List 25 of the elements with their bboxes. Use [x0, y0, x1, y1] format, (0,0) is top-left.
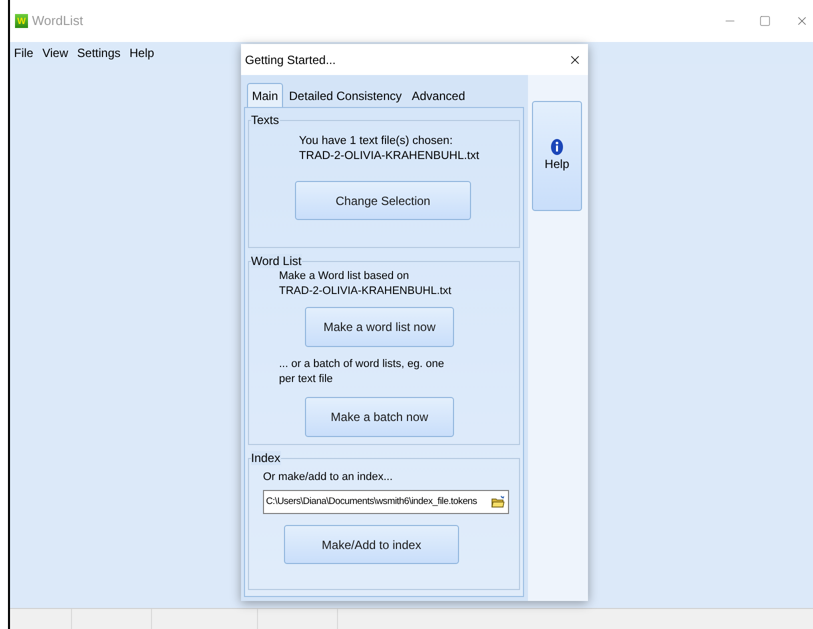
- index-path-field[interactable]: C:\Users\Diana\Documents\wsmith6\index_file.tokens: [263, 490, 509, 514]
- make-batch-button[interactable]: Make a batch now: [305, 397, 454, 437]
- chosen-files-text: You have 1 text file(s) chosen:: [299, 134, 454, 149]
- app-logo: W: [15, 14, 28, 28]
- make-add-index-button[interactable]: Make/Add to index: [284, 525, 459, 564]
- window-title: WordList: [32, 12, 84, 30]
- change-selection-button[interactable]: Change Selection: [295, 181, 471, 220]
- help-button[interactable]: Help: [532, 101, 582, 211]
- word-list-text: Make a Word list based on: [279, 269, 410, 284]
- group-legend: Word List: [251, 254, 302, 268]
- file-name: TRAD-2-OLIVIA-KRAHENBUHL.txt: [279, 284, 452, 299]
- tab[interactable]: Detailed Consistency: [285, 85, 406, 107]
- file-name: TRAD-2-OLIVIA-KRAHENBUHL.txt: [299, 149, 480, 164]
- batch-text: ... or a batch of word lists, eg. one per text file: [279, 357, 446, 387]
- tab[interactable]: Main: [247, 83, 284, 107]
- dialog-title: Getting Started...: [245, 52, 336, 68]
- group-legend: Index: [251, 451, 282, 465]
- group-legend: Texts: [251, 113, 280, 127]
- menu-item[interactable]: View: [42, 44, 68, 62]
- menu-item[interactable]: Settings: [77, 44, 120, 62]
- index-prompt: Or make/add to an index...: [263, 470, 394, 485]
- menu-item[interactable]: File: [14, 44, 34, 62]
- menu-item[interactable]: Help: [130, 44, 154, 62]
- make-word-list-button[interactable]: Make a word list now: [305, 307, 454, 347]
- tab[interactable]: Advanced: [408, 85, 470, 107]
